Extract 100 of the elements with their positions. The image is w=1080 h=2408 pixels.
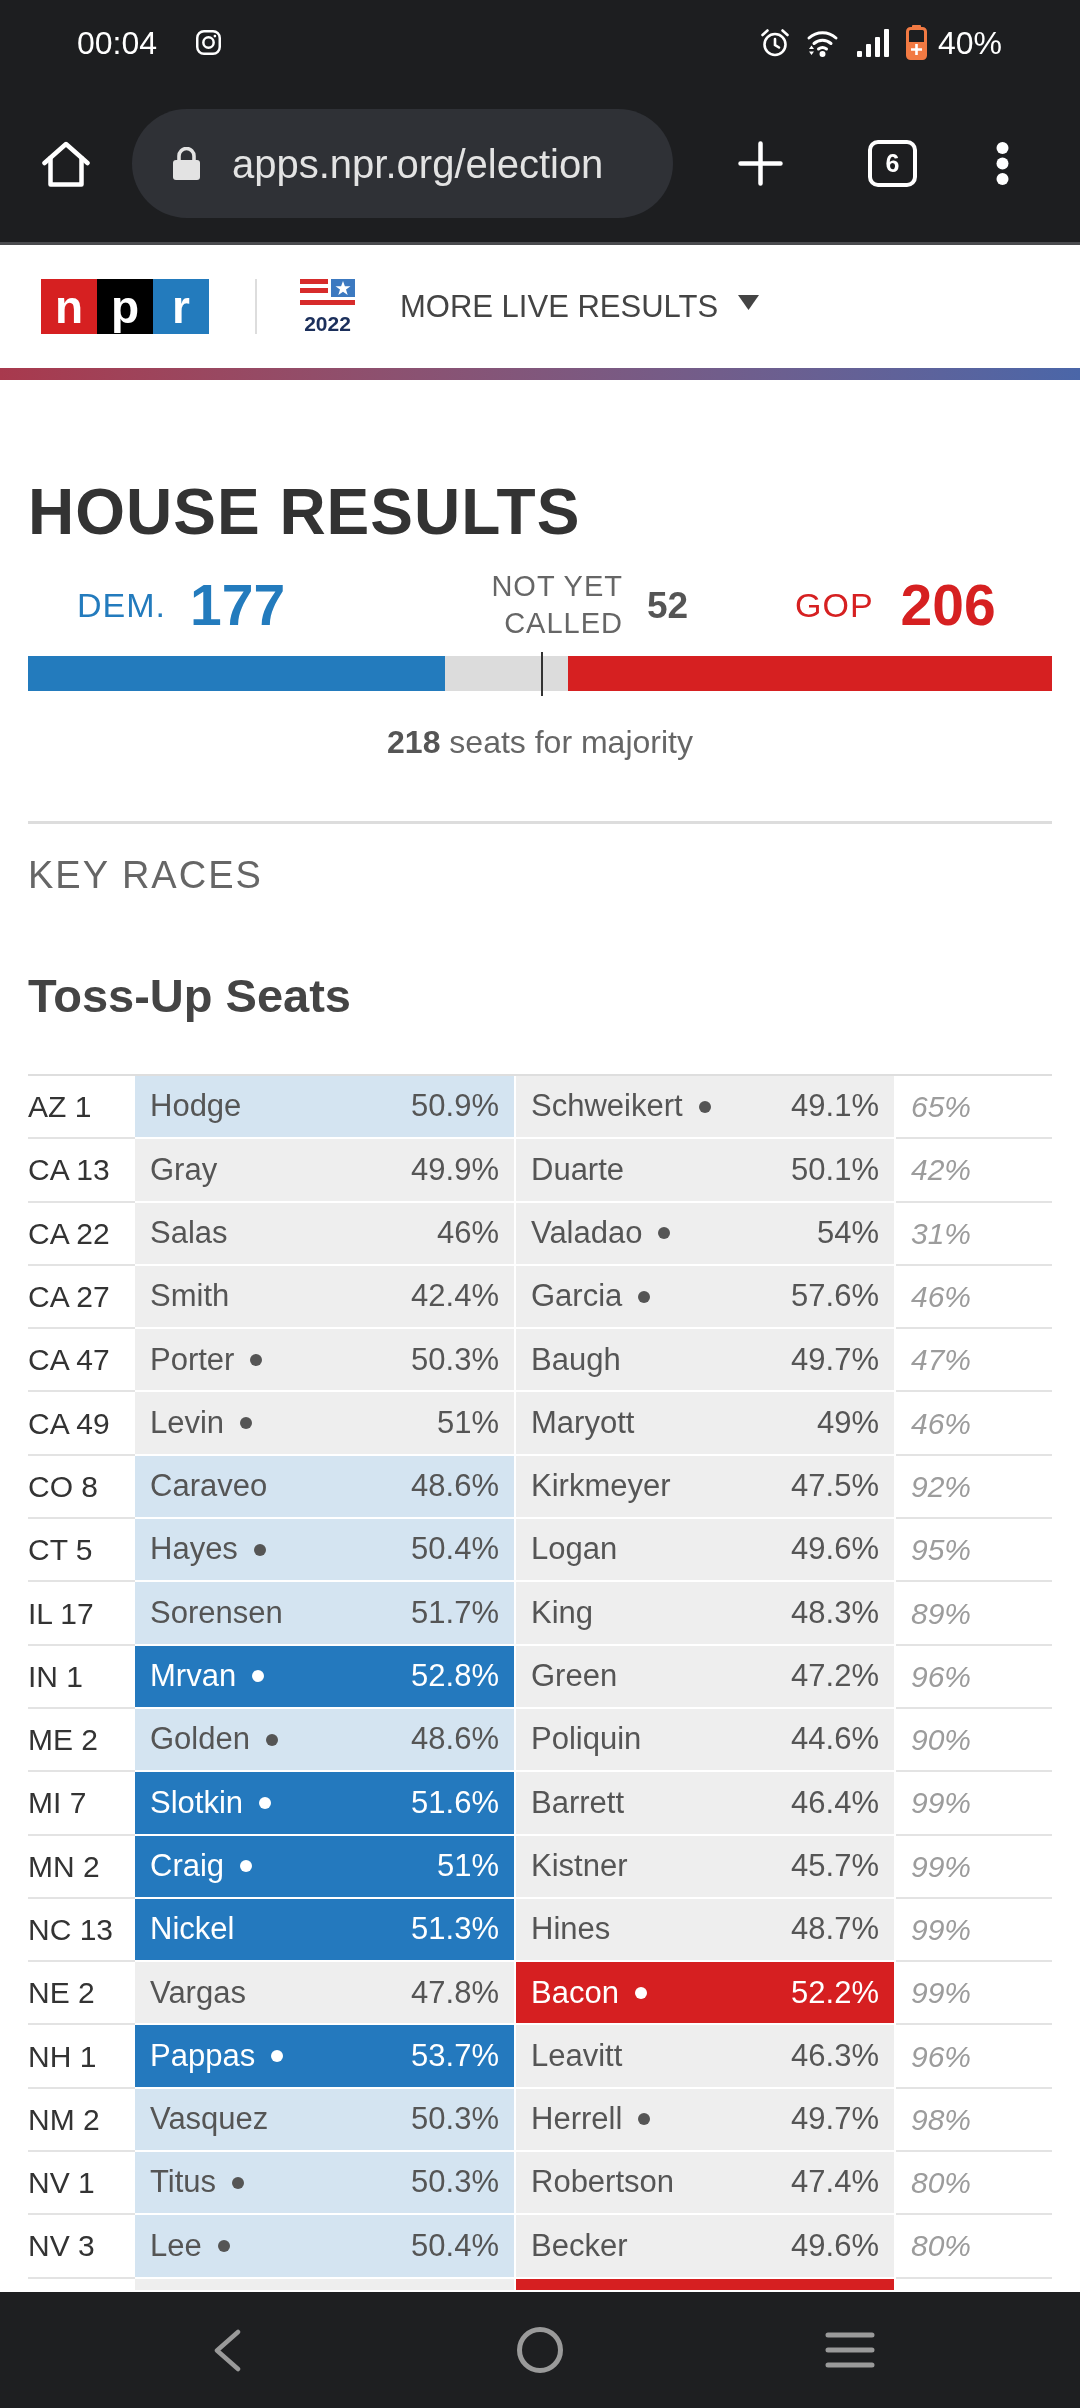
candidate-name: Garcia bbox=[531, 1277, 623, 1316]
vote-percentage: 47.5% bbox=[791, 1467, 879, 1506]
vote-percentage: 49.9% bbox=[411, 1150, 499, 1189]
majority-note: 218 seats for majority bbox=[387, 723, 693, 762]
vote-percentage: 48.7% bbox=[791, 1910, 879, 1949]
candidate-name: Kistner bbox=[531, 1846, 628, 1885]
vote-percentage: 47.4% bbox=[791, 2163, 879, 2202]
candidate-name: Vargas bbox=[150, 1973, 246, 2012]
reporting-cell: 96% bbox=[896, 1645, 1052, 1709]
candidate-name: Sorensen bbox=[150, 1593, 283, 1632]
vote-percentage: 51% bbox=[436, 1846, 499, 1885]
seat-count: 206 bbox=[900, 576, 996, 634]
reporting-cell: 65% bbox=[896, 1076, 1052, 1140]
vote-percentage: 51.3% bbox=[411, 1910, 499, 1949]
candidate-name: Slotkin bbox=[150, 1783, 244, 1822]
candidate-name: Logan bbox=[531, 1530, 618, 1569]
vote-percentage: 51.6% bbox=[411, 1783, 499, 1822]
vote-percentage: 50.3% bbox=[411, 2100, 499, 2139]
lock-icon bbox=[171, 147, 202, 180]
vote-percentage: 47.2% bbox=[791, 1657, 879, 1696]
candidate-name: Valadao bbox=[531, 1214, 643, 1252]
vote-percentage: 49.1% bbox=[791, 1087, 879, 1126]
reporting-cell: 98% bbox=[896, 2088, 1052, 2153]
plus-icon[interactable] bbox=[738, 141, 783, 186]
reporting-cell: 92% bbox=[896, 1455, 1052, 1520]
circle-icon[interactable] bbox=[517, 2327, 563, 2373]
logo-letter: p bbox=[97, 279, 153, 334]
vote-percentage: 50.4% bbox=[411, 1530, 499, 1569]
reporting-cell: 80% bbox=[896, 2152, 1052, 2216]
signal-icon bbox=[856, 28, 889, 57]
vote-percentage: 51.7% bbox=[411, 1593, 499, 1632]
vote-percentage: 48.6% bbox=[411, 1720, 499, 1759]
party-label: NOT YET CALLED bbox=[490, 569, 623, 641]
vote-percentage: 49.6% bbox=[791, 1530, 879, 1569]
back-icon[interactable] bbox=[213, 2328, 241, 2372]
candidate-name: Pappas bbox=[150, 2036, 256, 2075]
candidate-name: Herrell bbox=[531, 2100, 623, 2139]
vote-percentage: 47.8% bbox=[411, 1973, 499, 2012]
candidate-name: Duarte bbox=[531, 1150, 625, 1189]
vote-percentage: 53.7% bbox=[411, 2036, 499, 2075]
wifi-icon bbox=[805, 28, 839, 57]
candidate-name: Lee bbox=[150, 2226, 202, 2265]
page-title: HOUSE RESULTS bbox=[28, 480, 582, 544]
candidate-name: Bacon bbox=[531, 1973, 619, 2012]
status-time: 00:04 bbox=[77, 26, 158, 59]
section-label: KEY RACES bbox=[28, 856, 264, 894]
vote-percentage: 42.4% bbox=[411, 1277, 499, 1316]
menu-icon[interactable] bbox=[825, 2332, 875, 2368]
reporting-cell: 31% bbox=[896, 1202, 1052, 1266]
vote-percentage: 50.3% bbox=[411, 2163, 499, 2202]
reporting-cell: 42% bbox=[896, 1139, 1052, 1203]
logo-letter: n bbox=[41, 279, 97, 334]
candidate-name: Robertson bbox=[531, 2163, 675, 2202]
vote-percentage: 49.7% bbox=[791, 1340, 879, 1379]
reporting-cell: 96% bbox=[896, 2025, 1052, 2089]
vote-percentage: 50.4% bbox=[411, 2226, 499, 2265]
more-live-results-dropdown[interactable]: MORE LIVE RESULTS bbox=[400, 291, 760, 322]
candidate-name: Baugh bbox=[531, 1340, 621, 1379]
candidate-name: Schweikert bbox=[531, 1087, 683, 1126]
candidate-name: Gray bbox=[150, 1150, 218, 1189]
candidate-name: Levin bbox=[150, 1403, 225, 1442]
home-icon[interactable] bbox=[41, 140, 91, 187]
vote-percentage: 57.6% bbox=[791, 1277, 879, 1316]
vote-percentage: 44.6% bbox=[791, 1720, 879, 1759]
vote-percentage: 46.4% bbox=[791, 1783, 879, 1822]
reporting-cell: 99% bbox=[896, 1898, 1052, 1963]
candidate-name: Hodge bbox=[150, 1087, 242, 1126]
more-options-icon[interactable] bbox=[995, 141, 1010, 186]
reporting-cell: 95% bbox=[896, 1519, 1052, 1583]
vote-percentage: 52.8% bbox=[411, 1657, 499, 1696]
tab-count-button[interactable]: 6 bbox=[868, 140, 917, 187]
candidate-name: Kirkmeyer bbox=[531, 1467, 671, 1506]
candidate-name: Craig bbox=[150, 1846, 225, 1885]
reporting-cell: 80% bbox=[896, 2215, 1052, 2279]
party-label: GOP bbox=[795, 588, 874, 622]
vote-percentage: 46% bbox=[436, 1214, 499, 1252]
candidate-name: Vasquez bbox=[150, 2100, 269, 2139]
candidate-name: Salas bbox=[150, 1214, 228, 1252]
vote-percentage: 46.3% bbox=[791, 2036, 879, 2075]
vote-percentage: 51% bbox=[436, 1403, 499, 1442]
seat-count: 177 bbox=[190, 576, 286, 634]
vote-percentage: 50.1% bbox=[791, 1150, 879, 1189]
candidate-name: Green bbox=[531, 1657, 618, 1696]
reporting-cell: 99% bbox=[896, 1835, 1052, 1899]
candidate-name: Becker bbox=[531, 2226, 628, 2265]
candidate-name: Hines bbox=[531, 1910, 611, 1949]
vote-percentage: 48.6% bbox=[411, 1467, 499, 1506]
battery-percentage: 40% bbox=[937, 26, 1002, 59]
vote-percentage: 49.7% bbox=[791, 2100, 879, 2139]
address-field[interactable]: apps.npr.org/election bbox=[132, 109, 673, 218]
alarm-clock-icon bbox=[759, 27, 790, 58]
vote-percentage: 49.6% bbox=[791, 2226, 879, 2265]
seat-count: 52 bbox=[647, 586, 689, 624]
reporting-cell: 46% bbox=[896, 1265, 1052, 1330]
reporting-cell: 99% bbox=[896, 1962, 1052, 2026]
logo-letter: r bbox=[153, 279, 209, 334]
reporting-cell: 90% bbox=[896, 1708, 1052, 1773]
candidate-name: Caraveo bbox=[150, 1467, 268, 1506]
candidate-name: Golden bbox=[150, 1720, 250, 1759]
candidate-name: King bbox=[531, 1593, 594, 1632]
